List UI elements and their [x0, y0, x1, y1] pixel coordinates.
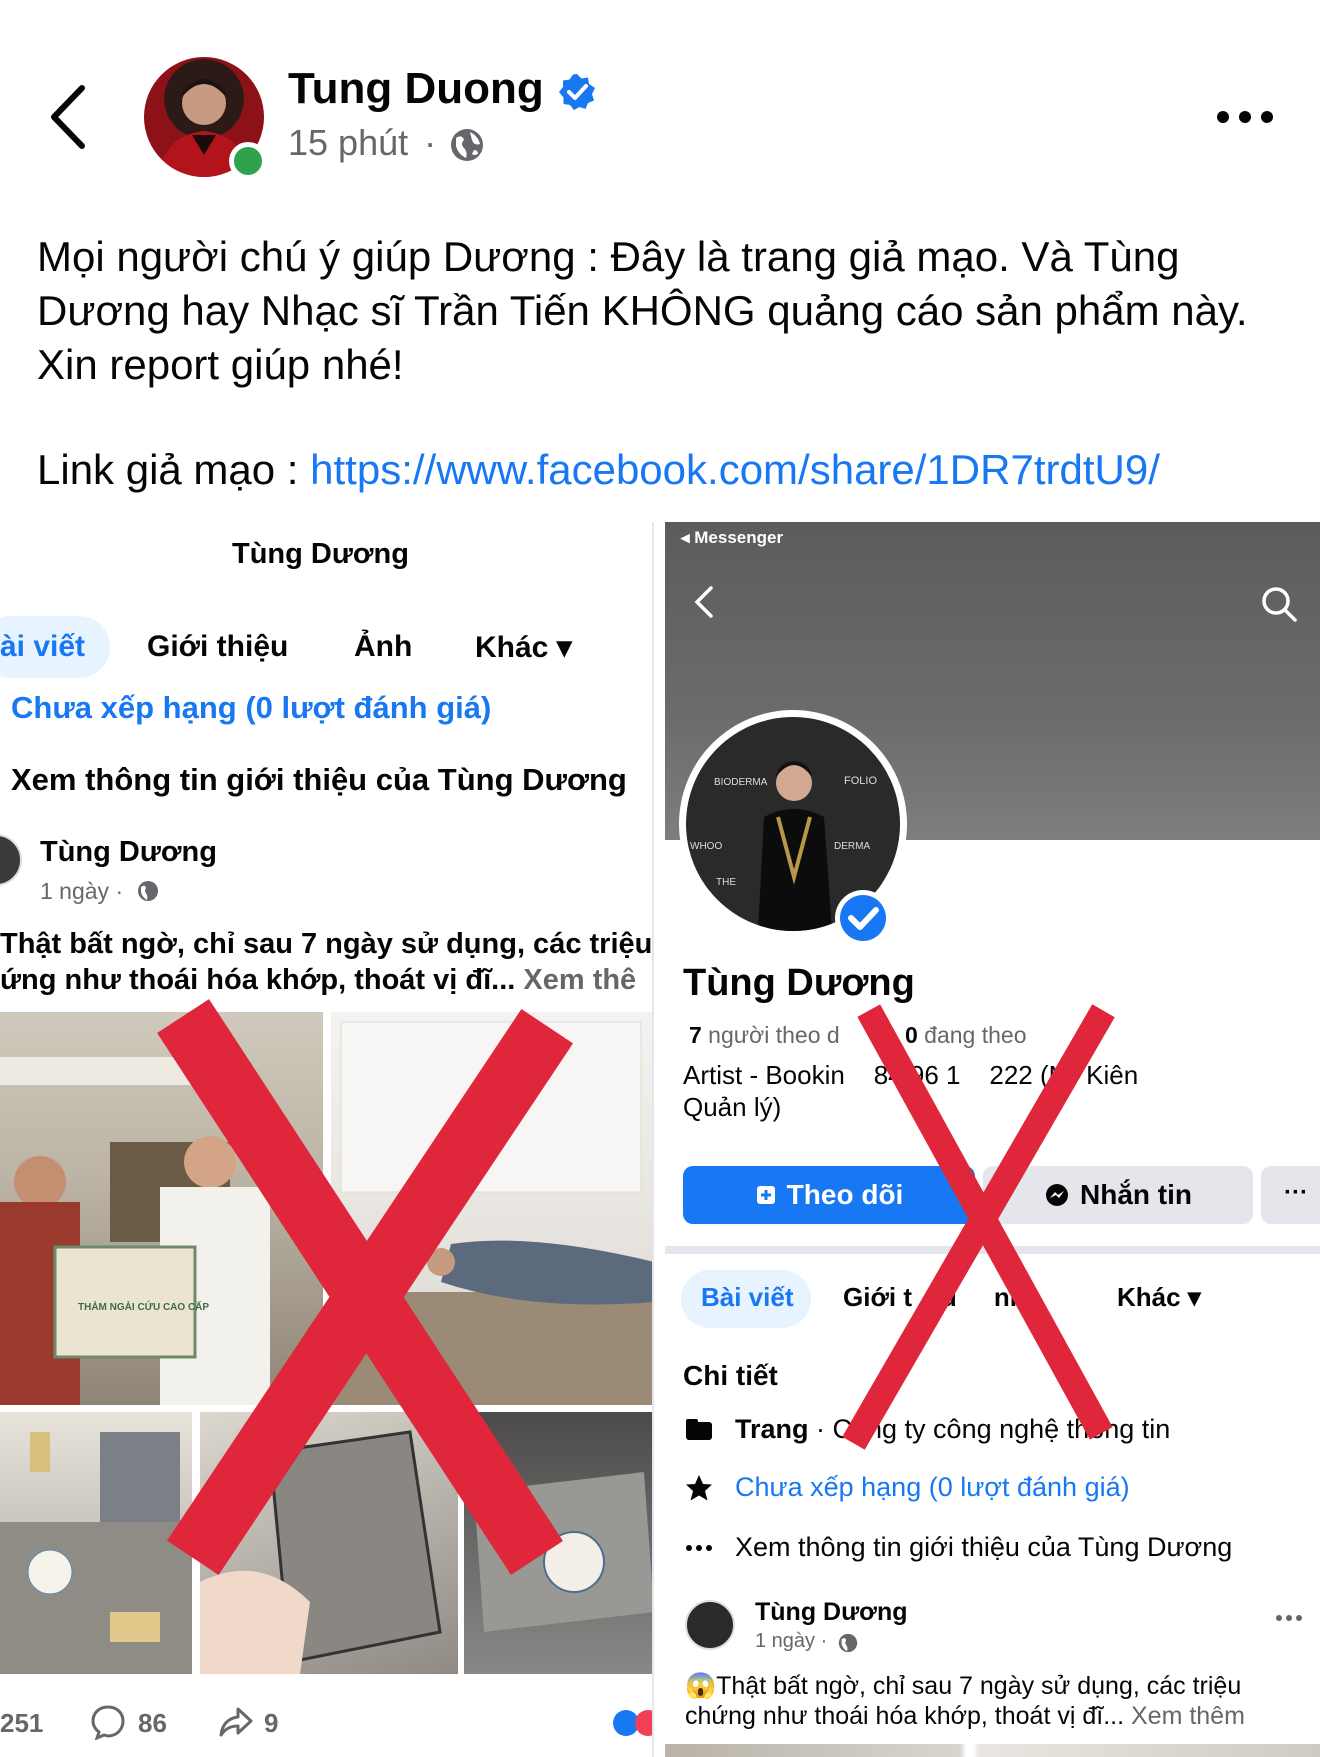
right-tab-more[interactable]: Khác ▾	[1117, 1282, 1201, 1313]
right-star-icon	[686, 1475, 712, 1501]
left-bag-label: THẢM NGẢI CỨU CAO CẤP	[78, 1302, 210, 1313]
left-share-icon[interactable]	[218, 1704, 254, 1740]
messenger-icon	[1046, 1184, 1068, 1206]
left-photo-1[interactable]: THẢM NGẢI CỨU CAO CẤP	[0, 1012, 323, 1405]
left-comment-icon[interactable]	[90, 1704, 126, 1740]
post-caption: Mọi người chú ý giúp Dương : Đây là tran…	[37, 233, 1248, 388]
right-followers-count: 7	[689, 1022, 702, 1048]
left-rating-link[interactable]: Chưa xếp hạng (0 lượt đánh giá)	[11, 690, 491, 726]
left-post-text-2: ứng như thoái hóa khớp, thoát vị đĩ... X…	[0, 964, 636, 997]
left-tab-photos[interactable]: Ảnh	[354, 630, 412, 664]
right-more-button[interactable]: ···	[1261, 1166, 1320, 1224]
right-bio-line-1: Artist - Bookin 84 96 1 222 (Mr Kiên	[683, 1060, 1139, 1090]
right-tab-posts[interactable]: Bài viết	[701, 1282, 794, 1313]
right-details-title: Chi tiết	[683, 1360, 778, 1391]
left-photo-4[interactable]	[200, 1412, 458, 1674]
post-meta: 15 phút ·	[288, 122, 436, 164]
left-photo-5[interactable]	[464, 1412, 652, 1674]
more-options-icon[interactable]	[1216, 110, 1274, 124]
right-post-globe-icon	[838, 1633, 858, 1653]
follow-plus-icon	[756, 1186, 775, 1204]
left-comment-count: 86	[138, 1708, 167, 1738]
right-post-text-2-body: chứng như thoái hóa khớp, thoát vị đĩ...	[685, 1702, 1131, 1730]
right-page-category-text: · Công ty công nghệ thông tin	[808, 1414, 1171, 1444]
left-poster-avatar[interactable]	[0, 834, 22, 886]
left-tab-more[interactable]: Khác ▾	[475, 630, 572, 665]
fake-link-label: Link giả mạo :	[37, 446, 311, 493]
left-tab-about[interactable]: Giới thiệu	[147, 630, 288, 664]
left-see-more[interactable]: Xem thê	[523, 964, 636, 996]
left-globe-icon	[138, 881, 158, 901]
left-screenshot-fake-page: Tùng Dương ài viết Giới thiệu Ảnh Khác ▾…	[0, 522, 654, 1757]
right-post-more-icon[interactable]	[1275, 1614, 1303, 1622]
right-message-button[interactable]: Nhắn tin	[983, 1166, 1253, 1224]
right-back-icon[interactable]	[689, 582, 719, 622]
fake-page-link[interactable]: https://www.facebook.com/share/1DR7trdtU…	[310, 446, 1160, 493]
left-about-link[interactable]: Xem thông tin giới thiệu của Tùng Dương	[11, 762, 627, 798]
right-screenshot-fake-profile: ◂ Messenger BIODERMA FOLIO WHOO THE DERM…	[665, 522, 1320, 1757]
right-following-stats: 0 đang theo	[905, 1022, 1027, 1049]
right-post-text-2: chứng như thoái hóa khớp, thoát vị đĩ...…	[685, 1702, 1245, 1731]
right-verified-icon	[835, 890, 891, 946]
message-button-label: Nhắn tin	[1080, 1179, 1192, 1210]
right-bio-line-2: Quản lý)	[683, 1092, 782, 1122]
right-follow-button[interactable]: Theo dõi	[683, 1166, 975, 1224]
post-author-name[interactable]: Tung Duong	[288, 64, 544, 114]
right-page-category: Trang · Công ty công nghệ thông tin	[735, 1414, 1170, 1445]
online-status-dot	[229, 142, 267, 180]
right-poster-avatar[interactable]	[685, 1600, 735, 1650]
right-page-label: Trang	[735, 1414, 809, 1444]
right-following-count: 0	[905, 1022, 918, 1048]
follow-button-label: Theo dõi	[786, 1179, 904, 1210]
right-section-divider	[665, 1246, 1320, 1254]
fake-link-line: Link giả mạo : https://www.facebook.com/…	[37, 443, 1160, 497]
meta-separator: ·	[424, 122, 437, 163]
left-photo-3[interactable]	[0, 1412, 192, 1674]
right-about-link[interactable]: Xem thông tin giới thiệu của Tùng Dương	[735, 1532, 1232, 1563]
right-dots-icon	[686, 1545, 712, 1551]
right-following-label: đang theo	[917, 1022, 1027, 1048]
left-page-title: Tùng Dương	[232, 538, 409, 570]
left-post-text-1: Thật bất ngờ, chỉ sau 7 ngày sử dụng, cá…	[0, 928, 653, 960]
left-reactions-icon	[613, 1710, 652, 1736]
left-photo-2[interactable]	[331, 1012, 652, 1405]
right-tab-photos[interactable]: nh	[965, 1282, 1026, 1313]
back-chevron-icon[interactable]	[44, 82, 94, 152]
left-tab-posts[interactable]: ài viết	[0, 630, 85, 664]
verified-badge-icon	[559, 74, 595, 110]
right-rating-link[interactable]: Chưa xếp hạng (0 lượt đánh giá)	[735, 1472, 1130, 1503]
post-time: 15 phút	[288, 122, 409, 163]
right-profile-name: Tùng Dương	[683, 962, 915, 1004]
right-tab-about[interactable]: Giới t u	[843, 1282, 957, 1313]
left-poster-time: 1 ngày ·	[40, 878, 124, 904]
right-page-flag-icon	[686, 1419, 712, 1440]
right-followers-label: người theo d	[701, 1022, 840, 1048]
left-reaction-count: 251	[0, 1708, 44, 1738]
right-follow-stats: 7 người theo d	[689, 1022, 840, 1049]
right-poster-time: 1 ngày ·	[755, 1630, 828, 1652]
right-see-more[interactable]: Xem thêm	[1131, 1702, 1245, 1730]
left-share-count: 9	[264, 1708, 279, 1738]
globe-privacy-icon	[451, 129, 483, 161]
right-status-back-app[interactable]: ◂ Messenger	[681, 528, 783, 548]
right-poster-name[interactable]: Tùng Dương	[755, 1598, 908, 1627]
right-post-photo-strip	[665, 1744, 1320, 1757]
left-poster-name[interactable]: Tùng Dương	[40, 836, 217, 869]
right-post-text-1: 😱Thật bất ngờ, chỉ sau 7 ngày sử dụng, c…	[685, 1672, 1242, 1700]
right-search-icon[interactable]	[1259, 584, 1299, 624]
left-post-text-2-body: ứng như thoái hóa khớp, thoát vị đĩ...	[0, 964, 524, 996]
